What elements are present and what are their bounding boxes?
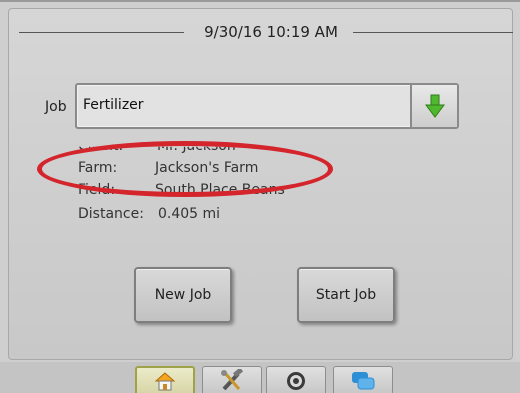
tools-icon <box>221 369 244 391</box>
header-divider-right <box>353 32 513 33</box>
tab-tools[interactable] <box>202 366 262 393</box>
new-job-button[interactable]: New Job <box>134 267 232 323</box>
job-value: Fertilizer <box>83 97 144 113</box>
datetime: 9/30/16 10:19 AM <box>204 23 338 41</box>
job-select[interactable]: Fertilizer <box>75 83 459 129</box>
screen: 9/30/16 10:19 AM Job Fertilizer Client: … <box>0 0 520 393</box>
start-job-button[interactable]: Start Job <box>297 267 395 323</box>
bottom-tab-bar <box>0 362 520 393</box>
job-dropdown-button[interactable] <box>410 85 457 127</box>
distance-label: Distance: <box>78 206 144 222</box>
tab-target[interactable] <box>266 366 326 393</box>
target-icon <box>287 372 305 390</box>
home-icon <box>154 371 176 390</box>
tab-chat[interactable] <box>333 366 393 393</box>
job-label: Job <box>45 99 67 115</box>
arrow-down-icon <box>424 94 445 118</box>
highlight-ellipse <box>37 141 333 197</box>
tab-home[interactable] <box>135 366 195 393</box>
chat-icon <box>352 372 375 390</box>
header-divider-left <box>19 32 184 33</box>
distance-value: 0.405 mi <box>158 206 221 222</box>
